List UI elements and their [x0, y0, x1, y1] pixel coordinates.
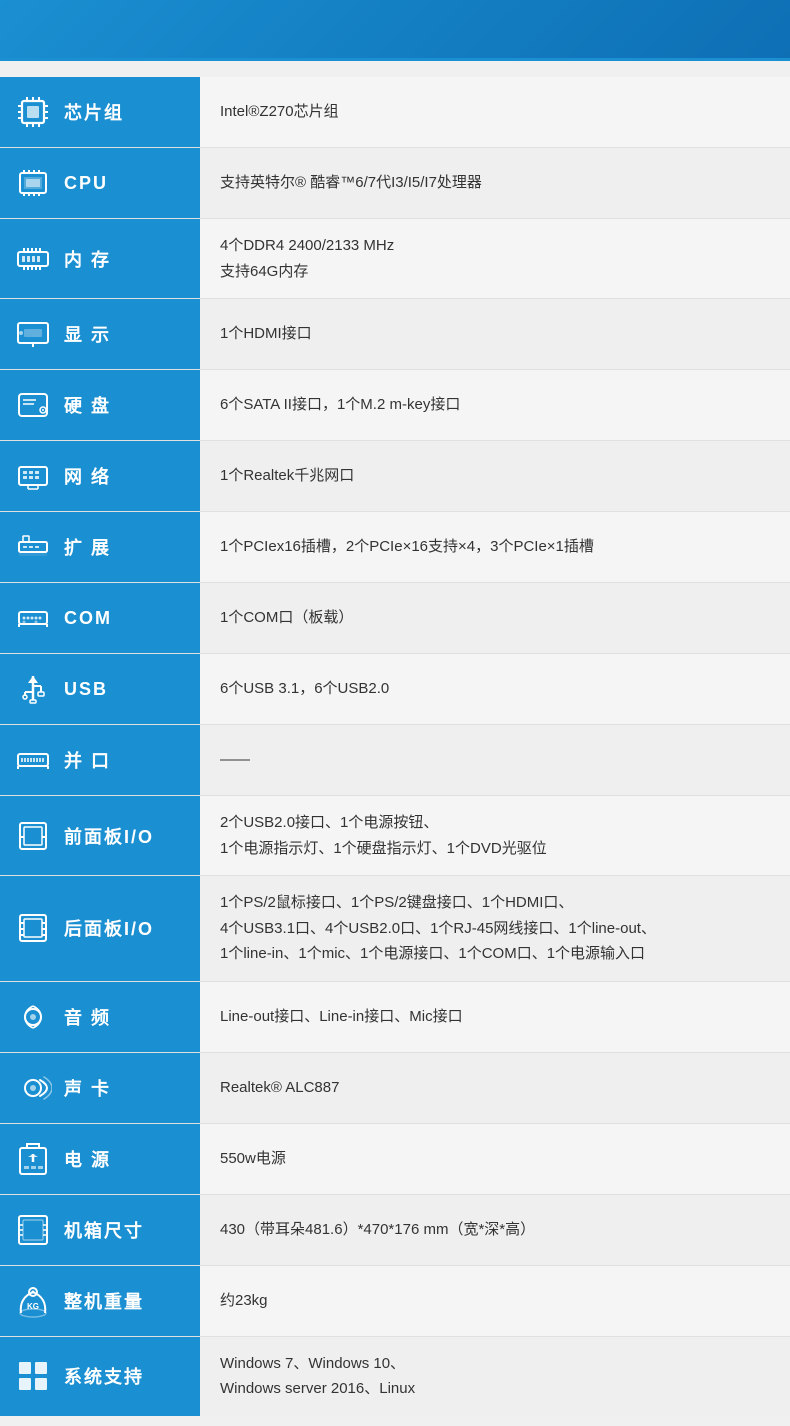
label-cell-power: 电 源 — [0, 1123, 200, 1194]
frontio-icon — [12, 815, 54, 857]
label-text-expansion: 扩 展 — [64, 534, 111, 560]
value-cell-parallel: —— — [200, 725, 790, 796]
label-cell-weight: KG 整机重量 — [0, 1265, 200, 1336]
label-cell-com: COM — [0, 583, 200, 654]
value-cell-network: 1个Realtek千兆网口 — [200, 441, 790, 512]
table-row: 显 示 1个HDMI接口 — [0, 299, 790, 370]
label-cell-network: 网 络 — [0, 441, 200, 512]
table-row: 内 存 4个DDR4 2400/2133 MHz支持64G内存 — [0, 219, 790, 299]
label-text-chipset: 芯片组 — [64, 99, 124, 125]
value-cell-chipset: Intel®Z270芯片组 — [200, 77, 790, 148]
value-cell-usb: 6个USB 3.1，6个USB2.0 — [200, 654, 790, 725]
table-row: 并 口 —— — [0, 725, 790, 796]
table-row: 前面板I/O 2个USB2.0接口、1个电源按钮、1个电源指示灯、1个硬盘指示灯… — [0, 796, 790, 876]
label-cell-harddisk: 硬 盘 — [0, 370, 200, 441]
value-cell-chassis: 430（带耳朵481.6）*470*176 mm（宽*深*高） — [200, 1194, 790, 1265]
value-cell-harddisk: 6个SATA II接口，1个M.2 m-key接口 — [200, 370, 790, 441]
page-header — [0, 0, 790, 58]
table-row: 扩 展 1个PCIex16插槽，2个PCIe×16支持×4，3个PCIe×1插槽 — [0, 512, 790, 583]
label-text-frontio: 前面板I/O — [64, 823, 154, 849]
table-row: 芯片组 Intel®Z270芯片组 — [0, 77, 790, 148]
specs-table: 芯片组 Intel®Z270芯片组 CPU 支持英特尔® 酷睿™6/7代I3/I… — [0, 77, 790, 1416]
value-cell-memory: 4个DDR4 2400/2133 MHz支持64G内存 — [200, 219, 790, 299]
com-icon — [12, 597, 54, 639]
label-text-parallel: 并 口 — [64, 747, 111, 773]
svg-text:KG: KG — [27, 1302, 39, 1311]
label-text-weight: 整机重量 — [64, 1288, 144, 1314]
table-row: KG 整机重量 约23kg — [0, 1265, 790, 1336]
cpu-icon — [12, 162, 54, 204]
label-text-memory: 内 存 — [64, 246, 111, 272]
label-text-audio: 音 频 — [64, 1004, 111, 1030]
memory-icon — [12, 238, 54, 280]
value-cell-os: Windows 7、Windows 10、Windows server 2016… — [200, 1336, 790, 1416]
label-cell-frontio: 前面板I/O — [0, 796, 200, 876]
table-row: 硬 盘 6个SATA II接口，1个M.2 m-key接口 — [0, 370, 790, 441]
audio-icon — [12, 996, 54, 1038]
label-cell-memory: 内 存 — [0, 219, 200, 299]
parallel-icon — [12, 739, 54, 781]
value-cell-audio: Line-out接口、Line-in接口、Mic接口 — [200, 981, 790, 1052]
value-cell-reario: 1个PS/2鼠标接口、1个PS/2键盘接口、1个HDMI口、4个USB3.1口、… — [200, 876, 790, 982]
label-cell-chipset: 芯片组 — [0, 77, 200, 148]
value-cell-power: 550w电源 — [200, 1123, 790, 1194]
label-text-com: COM — [64, 608, 112, 629]
table-row: 机箱尺寸 430（带耳朵481.6）*470*176 mm（宽*深*高） — [0, 1194, 790, 1265]
network-icon — [12, 455, 54, 497]
weight-icon: KG — [12, 1280, 54, 1322]
label-cell-chassis: 机箱尺寸 — [0, 1194, 200, 1265]
label-cell-expansion: 扩 展 — [0, 512, 200, 583]
label-text-network: 网 络 — [64, 463, 111, 489]
chassis-icon — [12, 1209, 54, 1251]
table-row: 网 络 1个Realtek千兆网口 — [0, 441, 790, 512]
harddisk-icon — [12, 384, 54, 426]
usb-icon — [12, 668, 54, 710]
spacer — [0, 61, 790, 77]
expansion-icon — [12, 526, 54, 568]
value-cell-com: 1个COM口（板载） — [200, 583, 790, 654]
label-text-soundcard: 声 卡 — [64, 1075, 111, 1101]
label-text-power: 电 源 — [64, 1146, 111, 1172]
value-cell-expansion: 1个PCIex16插槽，2个PCIe×16支持×4，3个PCIe×1插槽 — [200, 512, 790, 583]
label-text-usb: USB — [64, 679, 108, 700]
label-cell-cpu: CPU — [0, 148, 200, 219]
label-text-os: 系统支持 — [64, 1363, 144, 1389]
label-cell-usb: USB — [0, 654, 200, 725]
bottom-spacer — [0, 1416, 790, 1426]
label-text-reario: 后面板I/O — [64, 915, 154, 941]
os-icon — [12, 1355, 54, 1397]
table-row: COM 1个COM口（板载） — [0, 583, 790, 654]
table-row: 系统支持 Windows 7、Windows 10、Windows server… — [0, 1336, 790, 1416]
label-text-harddisk: 硬 盘 — [64, 392, 111, 418]
power-icon — [12, 1138, 54, 1180]
label-cell-os: 系统支持 — [0, 1336, 200, 1416]
label-cell-audio: 音 频 — [0, 981, 200, 1052]
soundcard-icon — [12, 1067, 54, 1109]
display-icon — [12, 313, 54, 355]
label-cell-display: 显 示 — [0, 299, 200, 370]
table-row: 音 频 Line-out接口、Line-in接口、Mic接口 — [0, 981, 790, 1052]
label-cell-soundcard: 声 卡 — [0, 1052, 200, 1123]
value-cell-weight: 约23kg — [200, 1265, 790, 1336]
value-cell-cpu: 支持英特尔® 酷睿™6/7代I3/I5/I7处理器 — [200, 148, 790, 219]
label-cell-reario: 后面板I/O — [0, 876, 200, 982]
table-row: 电 源 550w电源 — [0, 1123, 790, 1194]
table-row: USB 6个USB 3.1，6个USB2.0 — [0, 654, 790, 725]
table-row: 后面板I/O 1个PS/2鼠标接口、1个PS/2键盘接口、1个HDMI口、4个U… — [0, 876, 790, 982]
label-text-chassis: 机箱尺寸 — [64, 1217, 144, 1243]
label-text-display: 显 示 — [64, 321, 111, 347]
label-text-cpu: CPU — [64, 173, 108, 194]
value-cell-frontio: 2个USB2.0接口、1个电源按钮、1个电源指示灯、1个硬盘指示灯、1个DVD光… — [200, 796, 790, 876]
table-row: CPU 支持英特尔® 酷睿™6/7代I3/I5/I7处理器 — [0, 148, 790, 219]
reario-icon — [12, 907, 54, 949]
value-cell-display: 1个HDMI接口 — [200, 299, 790, 370]
label-cell-parallel: 并 口 — [0, 725, 200, 796]
table-row: 声 卡 Realtek® ALC887 — [0, 1052, 790, 1123]
chipset-icon — [12, 91, 54, 133]
value-cell-soundcard: Realtek® ALC887 — [200, 1052, 790, 1123]
